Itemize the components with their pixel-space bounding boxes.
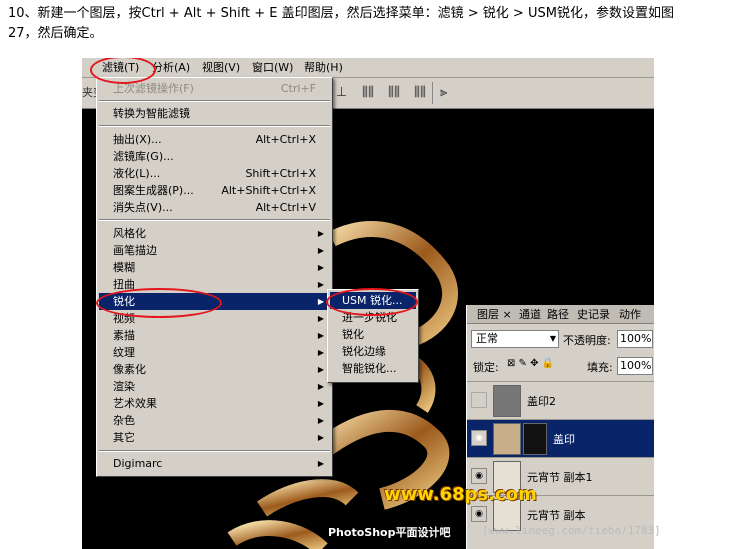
menu-item-vanishing-point[interactable]: 消失点(V)... Alt+Ctrl+V	[99, 199, 330, 216]
submenu-arrow-icon: ▶	[317, 459, 324, 468]
menu-item-brush-strokes[interactable]: 画笔描边 ▶	[99, 242, 330, 259]
menu-item-render[interactable]: 渲染 ▶	[99, 378, 330, 395]
layer-name: 盖印2	[527, 395, 556, 408]
auto-align-icon[interactable]: ⫸	[440, 86, 447, 100]
distribute-right-icon[interactable]: ⫼⫼	[414, 86, 426, 100]
caption-line-1: 10、新建一个图层，按Ctrl + Alt + Shift + E 盖印图层，然…	[8, 6, 674, 21]
submenu-arrow-icon: ▶	[317, 416, 324, 425]
menu-window[interactable]: 窗口(W)	[252, 61, 293, 75]
opacity-input[interactable]: 100%	[617, 330, 653, 348]
visibility-toggle[interactable]	[471, 392, 487, 408]
submenu-arrow-icon: ▶	[317, 331, 324, 340]
menu-view[interactable]: 视图(V)	[202, 61, 240, 75]
lock-icons[interactable]: ⊠ ✎ ✥ 🔒	[507, 358, 554, 369]
fill-label: 填充:	[587, 361, 613, 374]
eye-icon[interactable]: ◉	[471, 468, 487, 484]
tab-paths[interactable]: 路径	[547, 307, 569, 322]
lock-label: 锁定:	[473, 361, 499, 374]
chevron-down-icon: ▼	[549, 334, 556, 343]
distribute-icon[interactable]: ⫼⫼	[362, 86, 374, 100]
layer-thumbnail	[493, 385, 521, 417]
menu-item-smart-filter[interactable]: 转换为智能滤镜	[99, 105, 330, 122]
submenu-arrow-icon: ▶	[317, 433, 324, 442]
submenu-arrow-icon: ▶	[317, 348, 324, 357]
layer-mask-thumbnail	[523, 423, 547, 455]
watermark-brand: PhotoShop平面设计吧	[328, 526, 451, 539]
menu-item-other[interactable]: 其它 ▶	[99, 429, 330, 446]
panel-tabs: 图层 × 通道 路径 史记录 动作	[467, 305, 654, 324]
blend-mode-select[interactable]: 正常 ▼	[471, 330, 559, 348]
highlight-circle-sharpen	[96, 288, 222, 318]
distribute-center-icon[interactable]: ⫼⫼	[388, 86, 400, 100]
watermark-site: www.68ps.com	[384, 484, 537, 505]
highlight-circle-usm	[326, 288, 418, 316]
menu-item-liquify[interactable]: 液化(L)... Shift+Ctrl+X	[99, 165, 330, 182]
menu-item-sketch[interactable]: 素描 ▶	[99, 327, 330, 344]
menu-item-noise[interactable]: 杂色 ▶	[99, 412, 330, 429]
submenu-item-sharpen-edges[interactable]: 锐化边缘	[330, 343, 416, 360]
filter-dropdown-menu: 上次滤镜操作(F) Ctrl+F 转换为智能滤镜 抽出(X)... Alt+Ct…	[96, 77, 333, 477]
layer-thumbnail	[493, 423, 521, 455]
submenu-item-smart-sharpen[interactable]: 智能锐化...	[330, 360, 416, 377]
tab-channels[interactable]: 通道	[519, 307, 541, 322]
tutorial-caption: 10、新建一个图层，按Ctrl + Alt + Shift + E 盖印图层，然…	[8, 4, 738, 44]
submenu-arrow-icon: ▶	[317, 365, 324, 374]
photoshop-screenshot: 滤镜(T) 分析(A) 视图(V) 窗口(W) 帮助(H) 夹变 ⊥ ⫼⫼ ⫼⫼…	[82, 58, 654, 549]
submenu-arrow-icon: ▶	[317, 297, 324, 306]
submenu-arrow-icon: ▶	[317, 280, 324, 289]
layer-row-active[interactable]: ◉ 盖印	[467, 419, 654, 457]
fill-input[interactable]: 100%	[617, 357, 653, 375]
submenu-arrow-icon: ▶	[317, 263, 324, 272]
menu-item-stylize[interactable]: 风格化 ▶	[99, 225, 330, 242]
layer-name: 元宵节 副本1	[527, 471, 593, 484]
layers-panel: 图层 × 通道 路径 史记录 动作 正常 ▼ 不透明度: 100% 锁定: ⊠ …	[466, 305, 654, 549]
menu-item-pattern-maker[interactable]: 图案生成器(P)... Alt+Shift+Ctrl+X	[99, 182, 330, 199]
watermark-url: [www.lineeg.com/tieba/1783]	[482, 524, 661, 537]
menu-item-texture[interactable]: 纹理 ▶	[99, 344, 330, 361]
submenu-item-sharpen[interactable]: 锐化	[330, 326, 416, 343]
tab-actions[interactable]: 动作	[619, 307, 641, 322]
menu-divider	[99, 100, 330, 102]
menu-item-digimarc[interactable]: Digimarc ▶	[99, 455, 330, 472]
submenu-arrow-icon: ▶	[317, 382, 324, 391]
submenu-arrow-icon: ▶	[317, 399, 324, 408]
menu-item-filter-gallery[interactable]: 滤镜库(G)...	[99, 148, 330, 165]
layer-row[interactable]: 盖印2	[467, 381, 654, 419]
menu-item-pixelate[interactable]: 像素化 ▶	[99, 361, 330, 378]
eye-icon[interactable]: ◉	[471, 506, 487, 522]
tab-layers[interactable]: 图层 ×	[477, 307, 512, 322]
menu-divider	[99, 450, 330, 452]
layer-name: 元宵节 副本	[527, 509, 586, 522]
menu-bar: 滤镜(T) 分析(A) 视图(V) 窗口(W) 帮助(H)	[82, 58, 654, 78]
blend-mode-value: 正常	[476, 332, 498, 345]
submenu-arrow-icon: ▶	[317, 229, 324, 238]
menu-divider	[99, 219, 330, 221]
align-top-icon[interactable]: ⊥	[336, 86, 347, 100]
submenu-arrow-icon: ▶	[317, 314, 324, 323]
menu-item-blur[interactable]: 模糊 ▶	[99, 259, 330, 276]
toolbar-divider	[432, 82, 433, 104]
menu-divider	[99, 125, 330, 127]
menu-analysis[interactable]: 分析(A)	[152, 61, 190, 75]
opacity-label: 不透明度:	[563, 334, 611, 347]
menu-item-extract[interactable]: 抽出(X)... Alt+Ctrl+X	[99, 131, 330, 148]
layer-name: 盖印	[553, 433, 575, 446]
tab-history[interactable]: 史记录	[577, 307, 610, 322]
submenu-arrow-icon: ▶	[317, 246, 324, 255]
caption-line-2: 27，然后确定。	[8, 26, 103, 41]
menu-help[interactable]: 帮助(H)	[304, 61, 343, 75]
menu-item-artistic[interactable]: 艺术效果 ▶	[99, 395, 330, 412]
eye-icon[interactable]: ◉	[471, 430, 487, 446]
